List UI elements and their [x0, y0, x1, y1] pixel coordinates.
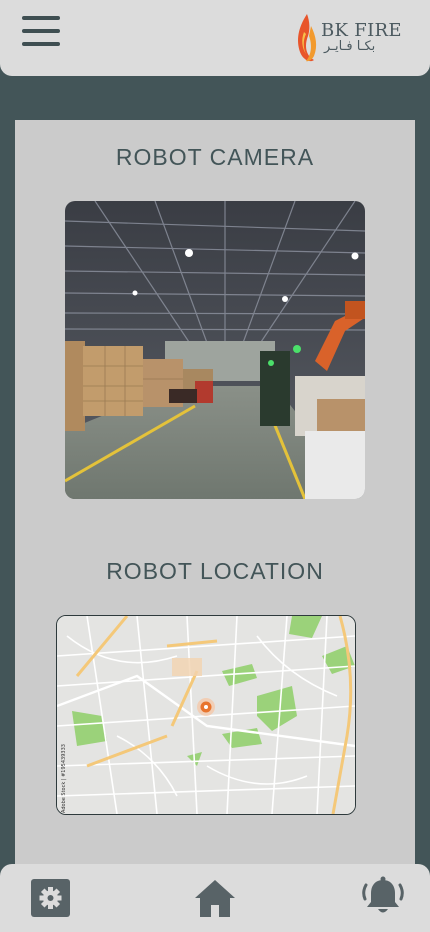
- home-icon: [195, 880, 235, 917]
- robot-location-map[interactable]: Adobe Stock | #195439333: [56, 615, 356, 815]
- top-header: BK FIRE بكـا فـايـر: [0, 0, 430, 76]
- map-watermark: Adobe Stock | #195439333: [61, 744, 67, 813]
- robot-camera-title: ROBOT CAMERA: [115, 144, 315, 170]
- content-panel: ROBOT CAMERA ROBOT LOCATION Adobe Stock …: [15, 120, 415, 880]
- hamburger-menu-icon[interactable]: [22, 16, 60, 48]
- robot-location-title: ROBOT LOCATION: [106, 558, 324, 584]
- notifications-button[interactable]: [360, 875, 406, 919]
- bk-fire-logo: BK FIRE بكـا فـايـر: [294, 12, 401, 64]
- logo-text-arabic: بكـا فـايـر: [324, 39, 376, 54]
- notification-bell-icon: [362, 876, 404, 913]
- home-button[interactable]: [194, 878, 236, 918]
- city-map-image: Adobe Stock | #195439333: [57, 616, 355, 814]
- robot-camera-feed[interactable]: [65, 201, 365, 499]
- settings-gear-icon: [39, 887, 62, 909]
- bottom-navigation-bar: [0, 864, 430, 932]
- warehouse-camera-image: [65, 201, 365, 499]
- settings-button[interactable]: [31, 879, 70, 917]
- logo-text-english: BK FIRE: [321, 20, 402, 41]
- flame-logo-icon: [298, 14, 317, 62]
